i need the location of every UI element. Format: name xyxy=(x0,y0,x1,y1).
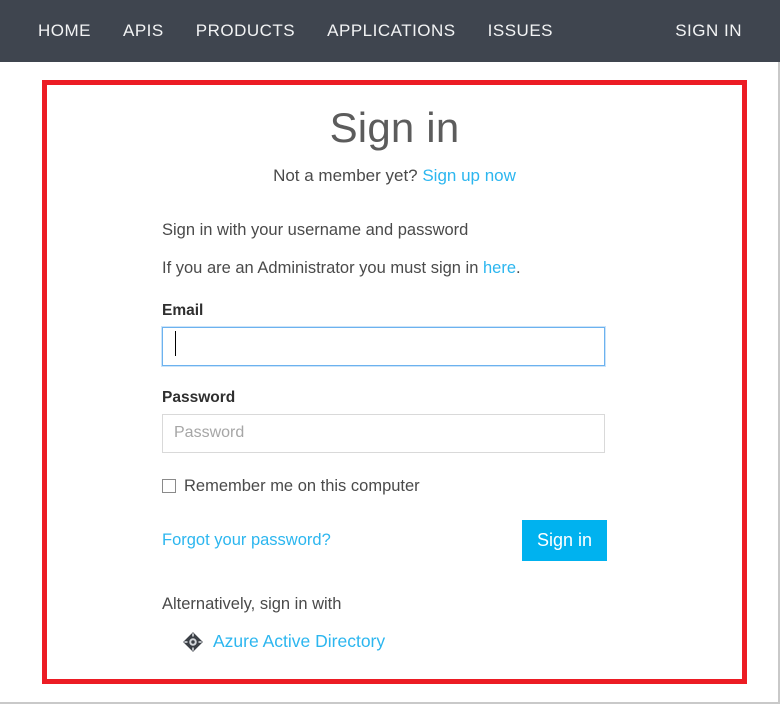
nav-item-issues[interactable]: ISSUES xyxy=(472,0,569,62)
administrator-instruction-suffix: . xyxy=(516,259,521,278)
administrator-instruction: If you are an Administrator you must sig… xyxy=(162,258,607,279)
administrator-instruction-prefix: If you are an Administrator you must sig… xyxy=(162,259,483,278)
forgot-password-link[interactable]: Forgot your password? xyxy=(162,531,331,550)
sign-up-now-link[interactable]: Sign up now xyxy=(422,166,516,185)
nav-right-group: SIGN IN xyxy=(659,0,758,62)
sign-in-form: Sign in with your username and password … xyxy=(162,220,607,653)
nav-item-applications[interactable]: APPLICATIONS xyxy=(311,0,472,62)
password-input[interactable] xyxy=(162,413,605,453)
page-root: HOME APIS PRODUCTS APPLICATIONS ISSUES S… xyxy=(0,0,780,704)
remember-me-checkbox[interactable] xyxy=(162,479,176,494)
page-title: Sign in xyxy=(329,104,460,151)
sign-in-panel: Sign in Not a member yet? Sign up now Si… xyxy=(47,85,742,679)
azure-active-directory-row[interactable]: Azure Active Directory xyxy=(162,631,607,653)
nav-item-home[interactable]: HOME xyxy=(22,0,107,62)
field-spacer xyxy=(162,366,607,389)
password-label: Password xyxy=(162,388,236,406)
alternative-sign-in-label: Alternatively, sign in with xyxy=(162,594,342,613)
email-label: Email xyxy=(162,301,204,319)
nav-item-sign-in[interactable]: SIGN IN xyxy=(659,0,758,62)
remember-me-row[interactable]: Remember me on this computer xyxy=(162,477,607,496)
not-a-member-text: Not a member yet? xyxy=(273,166,423,186)
nav-inner: HOME APIS PRODUCTS APPLICATIONS ISSUES S… xyxy=(0,0,780,62)
sign-in-instruction: Sign in with your username and password xyxy=(162,221,469,239)
nav-item-apis[interactable]: APIS xyxy=(107,0,180,62)
email-text-cursor xyxy=(175,331,176,356)
sign-in-submit-button[interactable]: Sign in xyxy=(522,519,607,561)
remember-me-label[interactable]: Remember me on this computer xyxy=(184,477,420,496)
administrator-here-link[interactable]: here xyxy=(483,259,516,277)
email-input[interactable] xyxy=(162,326,605,366)
nav-item-products[interactable]: PRODUCTS xyxy=(180,0,311,62)
nav-left-group: HOME APIS PRODUCTS APPLICATIONS ISSUES xyxy=(22,0,569,62)
not-a-member-line: Not a member yet? Sign up now xyxy=(47,152,742,186)
azure-active-directory-link[interactable]: Azure Active Directory xyxy=(213,631,385,652)
azure-active-directory-icon xyxy=(182,631,204,653)
top-navigation-bar: HOME APIS PRODUCTS APPLICATIONS ISSUES S… xyxy=(0,0,780,62)
action-row: Forgot your password? Sign in xyxy=(162,519,607,561)
